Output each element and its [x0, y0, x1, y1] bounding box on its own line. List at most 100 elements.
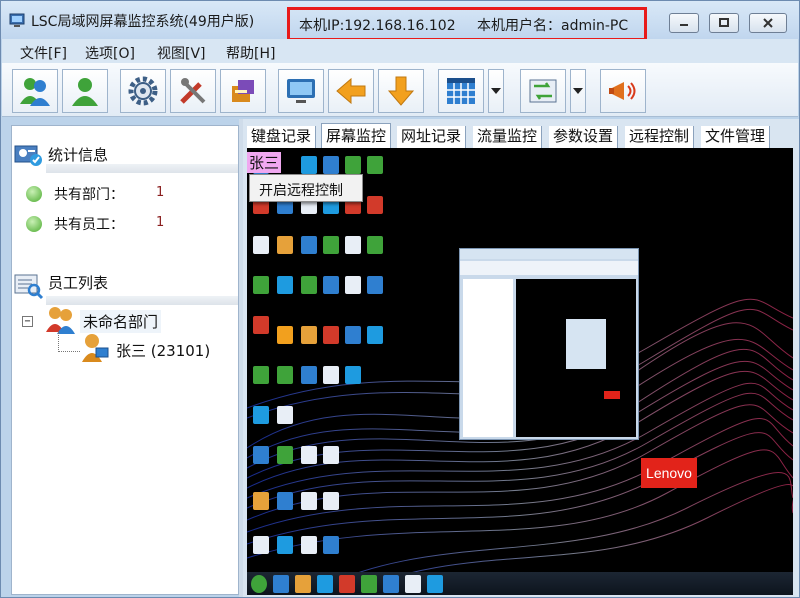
- desktop-icon[interactable]: [345, 156, 361, 174]
- app-icon: [9, 13, 25, 27]
- nested-app-window: [459, 248, 639, 440]
- taskbar-app-icon[interactable]: [405, 575, 421, 593]
- monitor-icon: [287, 79, 315, 103]
- layout-button[interactable]: [438, 69, 484, 113]
- taskbar-app-icon[interactable]: [427, 575, 443, 593]
- tab-screen-monitor[interactable]: 屏幕监控: [321, 123, 392, 149]
- desktop-icon[interactable]: [323, 236, 339, 254]
- menu-view[interactable]: 视图[V]: [157, 43, 206, 63]
- desktop-icon[interactable]: [277, 406, 293, 424]
- desktop-icon[interactable]: [253, 236, 269, 254]
- desktop-icon[interactable]: [323, 536, 339, 554]
- desktop-icon[interactable]: [345, 366, 361, 384]
- stats-header-bar: [46, 164, 238, 173]
- desktop-icon[interactable]: [323, 446, 339, 464]
- desktop-icon[interactable]: [345, 326, 361, 344]
- department-icon: [46, 307, 75, 334]
- desktop-icon[interactable]: [323, 492, 339, 510]
- desktop-icon[interactable]: [253, 366, 269, 384]
- maximize-button[interactable]: [709, 13, 739, 33]
- desktop-icon[interactable]: [253, 276, 269, 294]
- taskbar-app-icon[interactable]: [295, 575, 311, 593]
- close-button[interactable]: [749, 13, 787, 33]
- desktop-icon[interactable]: [367, 236, 383, 254]
- screen-name-badge: 张三: [247, 152, 282, 173]
- menu-file[interactable]: 文件[F]: [20, 43, 67, 63]
- start-remote-control-item[interactable]: 开启远程控制: [259, 180, 343, 200]
- taskbar-app-icon[interactable]: [317, 575, 333, 593]
- desktop-icon[interactable]: [277, 446, 293, 464]
- nested-left-panel: [463, 279, 513, 437]
- sync-button[interactable]: [520, 69, 566, 113]
- tab-url-log[interactable]: 网址记录: [397, 126, 467, 148]
- minimize-button[interactable]: [669, 13, 699, 33]
- stats-title: 统计信息: [48, 146, 109, 164]
- menu-options[interactable]: 选项[O]: [85, 43, 135, 63]
- desktop-icon[interactable]: [301, 446, 317, 464]
- sync-dropdown[interactable]: [570, 69, 586, 113]
- desktop-icon[interactable]: [253, 406, 269, 424]
- desktop-icon[interactable]: [253, 446, 269, 464]
- taskbar-app-icon[interactable]: [339, 575, 355, 593]
- layout-dropdown[interactable]: [488, 69, 504, 113]
- tab-keyboard-log[interactable]: 键盘记录: [247, 126, 317, 148]
- desktop-icon[interactable]: [323, 276, 339, 294]
- users-add-icon: [20, 78, 50, 106]
- tab-file-manager[interactable]: 文件管理: [701, 126, 771, 148]
- desktop-icon[interactable]: [253, 536, 269, 554]
- desktop-icon[interactable]: [345, 276, 361, 294]
- desktop-icon[interactable]: [301, 156, 317, 174]
- back-button[interactable]: [328, 69, 374, 113]
- taskbar-app-icon[interactable]: [273, 575, 289, 593]
- desktop-icon[interactable]: [323, 326, 339, 344]
- employee-icon: [82, 334, 109, 362]
- dept-count-label: 共有部门：: [54, 187, 124, 203]
- start-icon[interactable]: [251, 575, 267, 593]
- desktop-icon[interactable]: [323, 366, 339, 384]
- desktop-icon[interactable]: [345, 236, 361, 254]
- desktop-icon[interactable]: [277, 236, 293, 254]
- desktop-icon[interactable]: [323, 156, 339, 174]
- employee-node[interactable]: 张三 (23101): [116, 340, 210, 361]
- tab-parameters[interactable]: 参数设置: [549, 126, 619, 148]
- taskbar-app-icon[interactable]: [361, 575, 377, 593]
- broadcast-button[interactable]: [600, 69, 646, 113]
- arrow-left-icon: [336, 77, 366, 105]
- desktop-icon[interactable]: [277, 492, 293, 510]
- desktop-icon[interactable]: [277, 326, 293, 344]
- desktop-icon[interactable]: [301, 326, 317, 344]
- department-node[interactable]: 未命名部门: [80, 310, 162, 333]
- add-users-button[interactable]: [12, 69, 58, 113]
- tab-remote-control[interactable]: 远程控制: [625, 126, 695, 148]
- desktop-icon[interactable]: [253, 316, 269, 334]
- tab-traffic-monitor[interactable]: 流量监控: [473, 126, 543, 148]
- desktop-icon[interactable]: [301, 276, 317, 294]
- desktop-icon[interactable]: [301, 536, 317, 554]
- desktop-icon[interactable]: [367, 276, 383, 294]
- collapse-toggle[interactable]: −: [22, 316, 33, 327]
- window-title: LSC局域网屏幕监控系统(49用户版): [31, 14, 255, 30]
- screen-button[interactable]: [278, 69, 324, 113]
- remote-screen[interactable]: Lenovo 张三 开启远程控制: [247, 148, 793, 595]
- menu-help[interactable]: 帮助[H]: [226, 43, 275, 63]
- desktop-icon[interactable]: [277, 536, 293, 554]
- desktop-icon[interactable]: [367, 196, 383, 214]
- desktop-icon[interactable]: [367, 156, 383, 174]
- gear-icon: [128, 76, 158, 106]
- desktop-icon[interactable]: [277, 276, 293, 294]
- desktop-icon[interactable]: [367, 326, 383, 344]
- maximize-icon: [719, 18, 729, 27]
- download-button[interactable]: [378, 69, 424, 113]
- desktop-icon[interactable]: [301, 492, 317, 510]
- settings-button[interactable]: [120, 69, 166, 113]
- desktop-icon[interactable]: [277, 366, 293, 384]
- taskbar-app-icon[interactable]: [383, 575, 399, 593]
- user-button[interactable]: [62, 69, 108, 113]
- desktop-icon[interactable]: [253, 492, 269, 510]
- desktop-icon[interactable]: [301, 366, 317, 384]
- emp-count-value: 1: [156, 215, 165, 230]
- tools-button[interactable]: [170, 69, 216, 113]
- desktop-icon[interactable]: [301, 236, 317, 254]
- package-button[interactable]: [220, 69, 266, 113]
- nested-screen: [516, 279, 636, 437]
